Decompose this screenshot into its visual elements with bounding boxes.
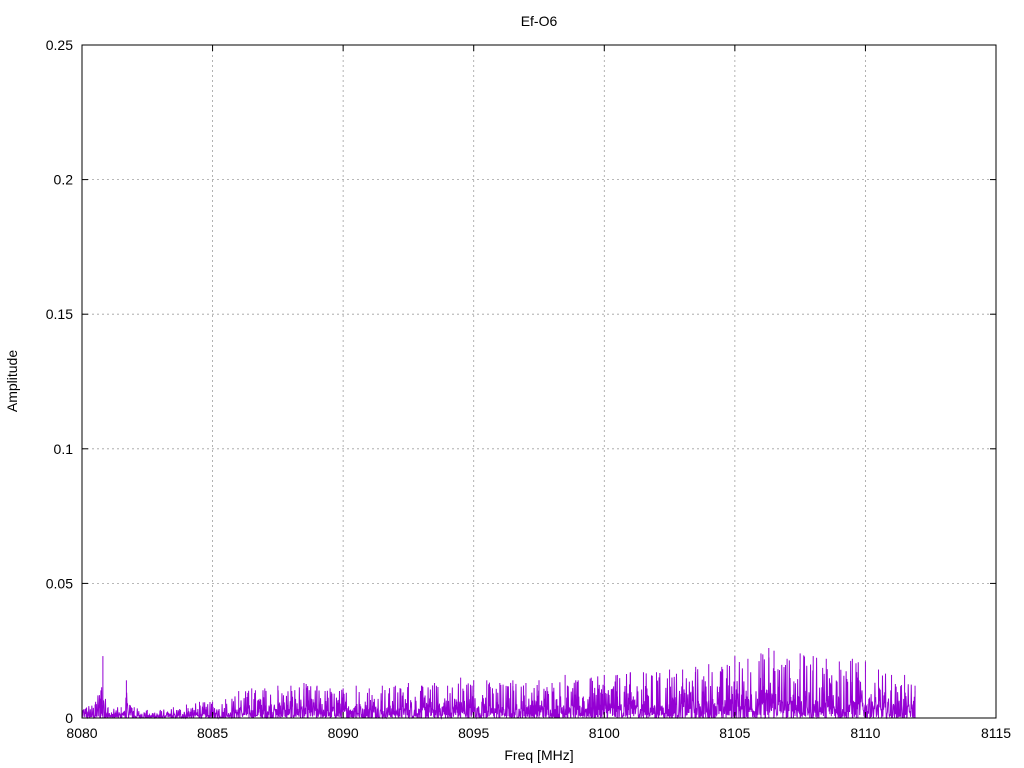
- y-tick-label: 0: [65, 710, 73, 726]
- y-tick-label: 0.1: [54, 441, 74, 457]
- y-tick-label: 0.15: [46, 306, 73, 322]
- x-axis-label: Freq [MHz]: [504, 747, 573, 763]
- spectrum-chart: Ef-O6 8080 8085 8090 8095 8100 8105 8110 8115 0 0…: [4, 13, 1012, 763]
- x-tick-label: 8080: [66, 725, 97, 741]
- x-tick-label: 8090: [328, 725, 359, 741]
- x-tick-label: 8110: [850, 725, 880, 741]
- axis-ticks: 8080 8085 8090 8095 8100 8105 8110 8115 0 0.05 0.1…: [46, 37, 1012, 741]
- x-tick-label: 8105: [719, 725, 750, 741]
- plot-frame: [81, 44, 997, 719]
- grid: [82, 45, 996, 718]
- amplitude-trace: [81, 648, 916, 720]
- chart-title: Ef-O6: [521, 13, 558, 29]
- y-tick-label: 0.05: [46, 575, 73, 591]
- y-axis-label: Amplitude: [4, 350, 20, 412]
- x-tick-label: 8115: [981, 725, 1011, 741]
- y-tick-label: 0.25: [46, 37, 73, 53]
- x-tick-label: 8100: [589, 725, 620, 741]
- y-tick-label: 0.2: [54, 172, 74, 188]
- x-tick-label: 8085: [197, 725, 228, 741]
- x-tick-label: 8095: [458, 725, 489, 741]
- noise-trace: [81, 654, 916, 720]
